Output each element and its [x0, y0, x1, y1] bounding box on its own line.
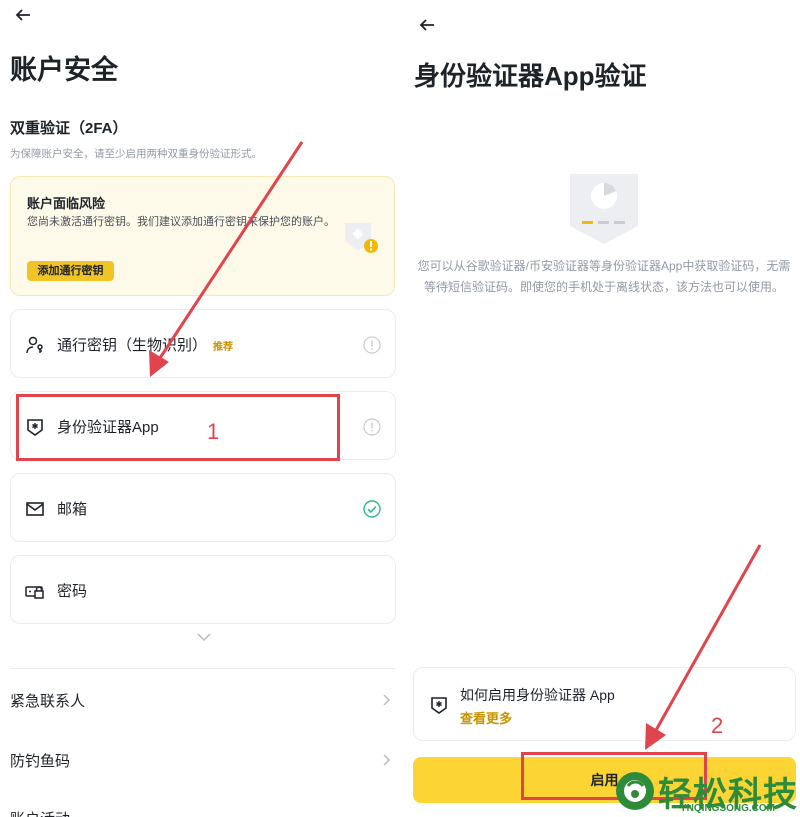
guide-card[interactable]: 如何启用身份验证器 App 查看更多: [413, 667, 796, 741]
add-passkey-button[interactable]: 添加通行密钥: [27, 261, 114, 281]
password-lock-icon: [25, 586, 44, 599]
watermark: 轻松科技 YNQINGSONG.COM: [614, 766, 800, 817]
risk-warning-icon: [345, 223, 378, 253]
annotation-step-2-label: 2: [711, 713, 724, 738]
chevron-right-icon: [383, 694, 391, 706]
view-more-link[interactable]: 查看更多: [460, 708, 512, 727]
section-title: 双重验证（2FA）: [10, 120, 128, 137]
method-label: 邮箱: [57, 501, 88, 518]
info-icon: [363, 336, 381, 354]
method-label: 通行密钥（生物识别） 推荐: [57, 334, 233, 355]
info-icon: [363, 418, 381, 436]
row-label: 防钓鱼码: [10, 753, 71, 770]
watermark-url: YNQINGSONG.COM: [680, 803, 776, 814]
risk-text: 您尚未激活通行密钥。我们建议添加通行密钥来保护您的账户。: [27, 216, 335, 228]
method-passkey-card[interactable]: 通行密钥（生物识别） 推荐: [10, 309, 396, 378]
page-title: 账户安全: [10, 55, 118, 85]
watermark-logo-icon: [616, 772, 654, 810]
mail-icon: [26, 502, 44, 516]
risk-title: 账户面临风险: [27, 196, 106, 211]
method-label: 密码: [57, 583, 88, 600]
chevron-down-icon[interactable]: [196, 632, 212, 642]
list-row-account-activity[interactable]: 账户活动: [10, 803, 396, 817]
risk-alert-card: 账户面临风险 您尚未激活通行密钥。我们建议添加通行密钥来保护您的账户。 添加通行…: [10, 176, 395, 296]
chevron-right-icon: [383, 754, 391, 766]
account-security-screen: 账户安全 双重验证（2FA） 为保障账户安全，请至少启用两种双重身份验证形式。 …: [0, 0, 408, 817]
authenticator-shield-icon: [431, 697, 447, 714]
annotation-box-step-1: [16, 394, 340, 461]
annotation-step-1-label: 1: [207, 419, 220, 444]
description-text: 您可以从谷歌验证器/币安验证器等身份验证器App中获取验证码，无需等待短信验证码…: [417, 259, 791, 294]
divider: [10, 668, 396, 669]
section-hint: 为保障账户安全，请至少启用两种双重身份验证形式。: [10, 148, 262, 160]
method-password-card[interactable]: 密码: [10, 555, 396, 624]
back-arrow-icon[interactable]: [418, 16, 436, 38]
passkey-user-icon: [26, 336, 43, 354]
guide-title: 如何启用身份验证器 App: [460, 687, 615, 703]
row-label: 紧急联系人: [10, 693, 86, 710]
list-row-anti-phishing[interactable]: 防钓鱼码: [10, 745, 396, 775]
method-email-card[interactable]: 邮箱: [10, 473, 396, 542]
recommended-tag: 推荐: [213, 342, 234, 353]
list-row-emergency-contact[interactable]: 紧急联系人: [10, 685, 396, 715]
method-label-text: 通行密钥（生物识别）: [57, 337, 208, 354]
authenticator-illustration-icon: [570, 174, 638, 244]
authenticator-app-screen: 身份验证器App验证 您可以从谷歌验证器/币安验证器等身份验证器App中获取验证…: [408, 0, 800, 817]
row-label: 账户活动: [10, 808, 70, 817]
check-circle-icon: [363, 500, 381, 518]
page-title: 身份验证器App验证: [414, 61, 647, 91]
back-arrow-icon[interactable]: [14, 6, 32, 28]
